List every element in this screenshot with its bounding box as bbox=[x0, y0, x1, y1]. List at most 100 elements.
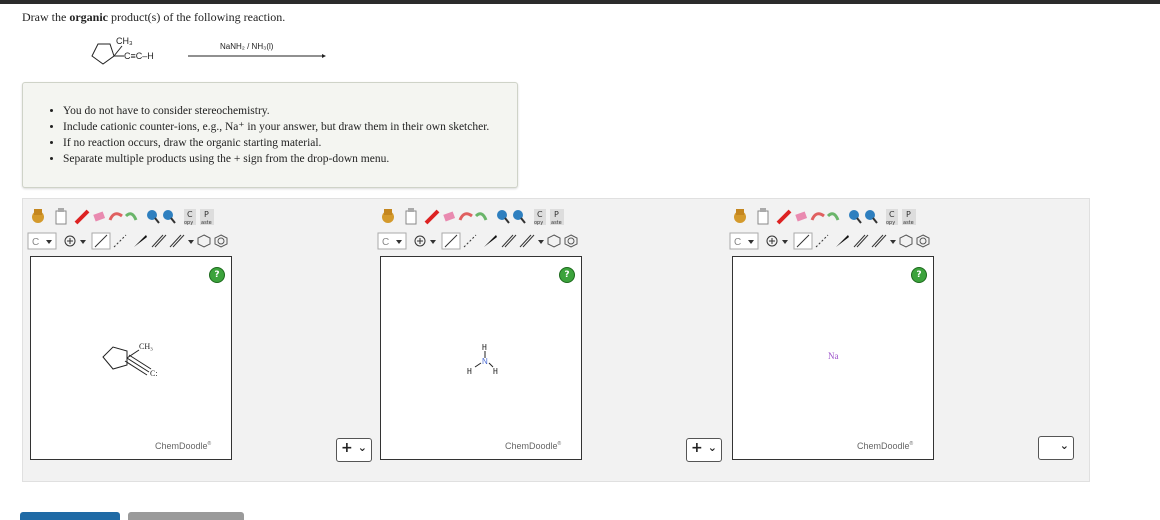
wedge-bond-icon[interactable] bbox=[134, 235, 147, 247]
clear-icon[interactable] bbox=[55, 208, 67, 225]
methyl-label: CH₃ bbox=[139, 342, 153, 351]
triple-bond-icon[interactable] bbox=[169, 234, 194, 248]
single-bond-icon[interactable] bbox=[793, 232, 813, 250]
copy-icon[interactable]: Copy bbox=[534, 209, 546, 226]
benzene-icon[interactable] bbox=[214, 234, 228, 248]
sketcher-toolbar-top: Copy Paste bbox=[728, 204, 938, 230]
redo-icon[interactable] bbox=[826, 212, 840, 221]
wedge-bond-icon[interactable] bbox=[836, 235, 849, 247]
zoom-out-icon[interactable] bbox=[513, 210, 526, 224]
wedge-bond-icon[interactable] bbox=[484, 235, 497, 247]
instructions-box: You do not have to consider stereochemis… bbox=[22, 82, 518, 188]
dashed-bond-icon[interactable] bbox=[113, 234, 127, 248]
double-bond-icon[interactable] bbox=[151, 234, 167, 248]
paste-icon[interactable]: Paste bbox=[902, 209, 916, 226]
chemdoodle-brand: ChemDoodle® bbox=[857, 441, 914, 451]
sketcher-3: Copy Paste C ? Na ChemDoodle® bbox=[728, 204, 938, 460]
paste-label: aste bbox=[201, 220, 212, 226]
hand-icon[interactable] bbox=[734, 209, 746, 223]
clear-icon[interactable] bbox=[405, 208, 417, 225]
sketcher-canvas[interactable]: ? Na ChemDoodle® bbox=[732, 256, 934, 460]
help-icon[interactable]: ? bbox=[911, 267, 927, 283]
zoom-in-icon[interactable] bbox=[497, 210, 510, 224]
eraser-icon[interactable] bbox=[93, 211, 106, 222]
methyl-bond bbox=[113, 45, 123, 57]
prompt-bold-text: organic bbox=[69, 10, 108, 24]
separator-select-3[interactable]: ⌄ bbox=[1038, 436, 1074, 460]
instruction-item: Include cationic counter-ions, e.g., Na⁺… bbox=[63, 119, 489, 135]
single-bond-icon[interactable] bbox=[441, 232, 461, 250]
sketcher-canvas[interactable]: ? CH₃ C: ChemDoodle® bbox=[30, 256, 232, 460]
paste-icon[interactable]: Paste bbox=[200, 209, 214, 226]
question-prompt: Draw the organic product(s) of the follo… bbox=[22, 10, 285, 25]
redo-icon[interactable] bbox=[124, 212, 138, 221]
zoom-out-icon[interactable] bbox=[163, 210, 176, 224]
erase-icon[interactable] bbox=[74, 209, 90, 225]
h-label-top: H bbox=[482, 343, 487, 352]
charge-select[interactable] bbox=[766, 235, 788, 247]
charge-select[interactable] bbox=[64, 235, 86, 247]
alkyne-bond-2 bbox=[128, 354, 152, 370]
erase-icon[interactable] bbox=[776, 209, 792, 225]
dashed-bond-icon[interactable] bbox=[815, 234, 829, 248]
n-h-bond-left bbox=[474, 362, 482, 368]
double-bond-icon[interactable] bbox=[853, 234, 869, 248]
hand-icon[interactable] bbox=[382, 209, 394, 223]
eraser-icon[interactable] bbox=[795, 211, 808, 222]
chevron-down-icon: ⌄ bbox=[1059, 439, 1069, 452]
separator-select-2[interactable]: + ⌄ bbox=[686, 438, 722, 462]
redo-icon[interactable] bbox=[474, 212, 488, 221]
atom-select[interactable]: C bbox=[377, 232, 407, 250]
prompt-text-end: product(s) of the following reaction. bbox=[108, 10, 286, 24]
clear-icon[interactable] bbox=[757, 208, 769, 225]
prompt-text: Draw the bbox=[22, 10, 70, 24]
instruction-item: You do not have to consider stereochemis… bbox=[63, 103, 489, 119]
cyclohexane-icon[interactable] bbox=[899, 234, 913, 248]
zoom-in-icon[interactable] bbox=[147, 210, 160, 224]
double-bond-icon[interactable] bbox=[501, 234, 517, 248]
undo-icon[interactable] bbox=[108, 212, 123, 221]
zoom-in-icon[interactable] bbox=[849, 210, 862, 224]
eraser-icon[interactable] bbox=[443, 211, 456, 222]
copy-top-label: C bbox=[187, 210, 193, 219]
sketcher-toolbar-bottom: C bbox=[728, 230, 938, 252]
sketcher-toolbar-top: Copy Paste bbox=[376, 204, 586, 230]
sketcher-canvas[interactable]: ? H N H H ChemDoodle® bbox=[380, 256, 582, 460]
atom-select[interactable]: C bbox=[729, 232, 759, 250]
cyclohexane-icon[interactable] bbox=[197, 234, 211, 248]
carbanion-label: C: bbox=[150, 369, 158, 378]
undo-icon[interactable] bbox=[458, 212, 473, 221]
separator-select-1[interactable]: + ⌄ bbox=[336, 438, 372, 462]
sketcher-toolbar-bottom: C bbox=[26, 230, 236, 252]
zoom-out-icon[interactable] bbox=[865, 210, 878, 224]
benzene-icon[interactable] bbox=[564, 234, 578, 248]
copy-label: opy bbox=[184, 220, 193, 226]
sodium-label: Na bbox=[828, 351, 839, 361]
erase-icon[interactable] bbox=[424, 209, 440, 225]
alkyne-label: C≡C–H bbox=[124, 51, 154, 61]
secondary-button[interactable] bbox=[128, 512, 244, 520]
dashed-bond-icon[interactable] bbox=[463, 234, 477, 248]
alkyne-bond-3 bbox=[124, 360, 148, 376]
sketcher-toolbar-top: Copy Paste bbox=[26, 204, 236, 230]
chevron-down-icon: ⌄ bbox=[707, 441, 717, 454]
single-bond-icon[interactable] bbox=[91, 232, 111, 250]
submit-button[interactable] bbox=[20, 512, 120, 520]
triple-bond-icon[interactable] bbox=[871, 234, 896, 248]
benzene-icon[interactable] bbox=[916, 234, 930, 248]
charge-select[interactable] bbox=[414, 235, 436, 247]
triple-bond-icon[interactable] bbox=[519, 234, 544, 248]
copy-icon[interactable]: Copy bbox=[184, 209, 196, 226]
reaction-scheme: CH₃ C≡C–H NaNH₂ / NH₃(l) bbox=[91, 36, 326, 65]
copy-icon[interactable]: Copy bbox=[886, 209, 898, 226]
paste-label: aste bbox=[903, 220, 914, 226]
separator-value: + bbox=[691, 440, 703, 456]
methyl-bond bbox=[126, 349, 140, 359]
cyclohexane-icon[interactable] bbox=[547, 234, 561, 248]
paste-icon[interactable]: Paste bbox=[550, 209, 564, 226]
atom-select[interactable]: C bbox=[27, 232, 57, 250]
undo-icon[interactable] bbox=[810, 212, 825, 221]
atom-select-label: C bbox=[734, 237, 741, 248]
hand-icon[interactable] bbox=[32, 209, 44, 223]
h-label-right: H bbox=[493, 367, 498, 376]
